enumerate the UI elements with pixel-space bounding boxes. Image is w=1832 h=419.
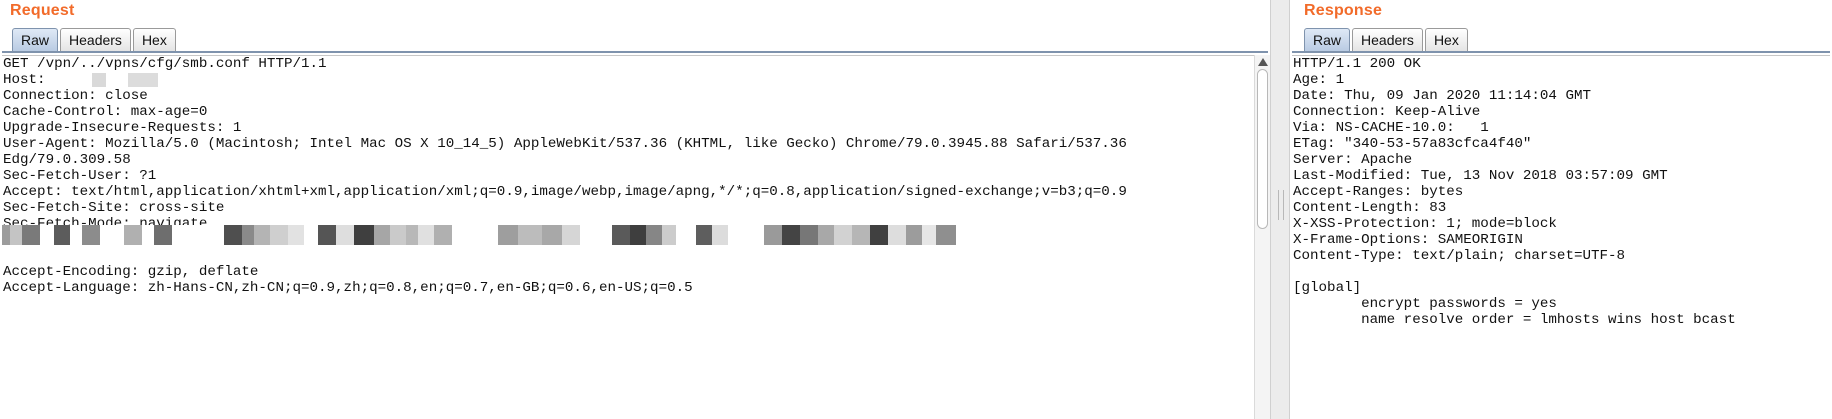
request-line: Sec-Fetch-User: ?1 (3, 168, 157, 184)
request-editor[interactable]: GET /vpn/../vpns/cfg/smb.conf HTTP/1.1 Ho… (2, 55, 1254, 419)
referer-redaction (2, 225, 956, 245)
request-line: Accept-Encoding: gzip, deflate (3, 264, 259, 280)
request-tab-underline (2, 51, 1268, 53)
response-line: Accept-Ranges: bytes (1293, 184, 1464, 200)
response-line: X-Frame-Options: SAMEORIGIN (1293, 232, 1523, 248)
request-line: Accept-Language: zh-Hans-CN,zh-CN;q=0.9,… (3, 280, 693, 296)
response-line: Via: NS-CACHE-10.0: 1 (1293, 120, 1489, 136)
response-body[interactable]: HTTP/1.1 200 OK Age: 1 Date: Thu, 09 Jan 2… (1292, 56, 1830, 328)
request-tabs: Raw Headers Hex (12, 28, 178, 52)
response-line (1293, 264, 1830, 280)
request-line: Host: (3, 72, 46, 88)
response-tab-underline (1292, 51, 1830, 53)
request-tab-headers[interactable]: Headers (60, 28, 131, 51)
response-editor[interactable]: HTTP/1.1 200 OK Age: 1 Date: Thu, 09 Jan 2… (1292, 55, 1830, 419)
response-title: Response (1304, 2, 1383, 19)
response-line: encrypt passwords = yes (1293, 296, 1557, 312)
request-line: GET /vpn/../vpns/cfg/smb.conf HTTP/1.1 (3, 56, 327, 72)
request-line: Edg/79.0.309.58 (3, 152, 131, 168)
burp-repeater-view: Request Raw Headers Hex GET /vpn/../vpns… (0, 0, 1832, 419)
response-line: Date: Thu, 09 Jan 2020 11:14:04 GMT (1293, 88, 1591, 104)
request-line: User-Agent: Mozilla/5.0 (Macintosh; Inte… (3, 136, 1127, 152)
response-line: Content-Type: text/plain; charset=UTF-8 (1293, 248, 1626, 264)
request-line: Sec-Fetch-Site: cross-site (3, 200, 225, 216)
host-redaction (92, 73, 158, 87)
request-line: Accept: text/html,application/xhtml+xml,… (3, 184, 1127, 200)
response-line: Server: Apache (1293, 152, 1413, 168)
response-line: Connection: Keep-Alive (1293, 104, 1481, 120)
response-pane: Response Raw Headers Hex HTTP/1.1 200 OK… (1290, 0, 1832, 419)
request-line (3, 248, 1254, 264)
request-scrollbar[interactable] (1254, 55, 1270, 419)
response-line: name resolve order = lmhosts wins host b… (1293, 312, 1736, 328)
request-line: Connection: close (3, 88, 148, 104)
response-line: HTTP/1.1 200 OK (1293, 56, 1421, 72)
response-tab-raw[interactable]: Raw (1304, 28, 1351, 51)
response-line: Age: 1 (1293, 72, 1345, 88)
request-body[interactable]: GET /vpn/../vpns/cfg/smb.conf HTTP/1.1 Ho… (2, 56, 1254, 296)
request-pane: Request Raw Headers Hex GET /vpn/../vpns… (0, 0, 1270, 419)
scroll-thumb[interactable] (1257, 69, 1268, 229)
request-title: Request (10, 2, 75, 19)
request-line: Cache-Control: max-age=0 (3, 104, 208, 120)
splitter-grip-icon[interactable] (1278, 190, 1284, 220)
request-line: Upgrade-Insecure-Requests: 1 (3, 120, 242, 136)
scroll-up-arrow-icon[interactable] (1258, 58, 1268, 66)
response-tab-headers[interactable]: Headers (1352, 28, 1423, 51)
response-tabs: Raw Headers Hex (1304, 28, 1470, 52)
request-tab-hex[interactable]: Hex (132, 28, 176, 51)
request-tab-raw[interactable]: Raw (12, 28, 59, 51)
response-line: X-XSS-Protection: 1; mode=block (1293, 216, 1557, 232)
response-line: Last-Modified: Tue, 13 Nov 2018 03:57:09… (1293, 168, 1668, 184)
pane-splitter[interactable] (1270, 0, 1290, 419)
response-line: ETag: "340-53-57a83cfca4f40" (1293, 136, 1532, 152)
response-tab-hex[interactable]: Hex (1424, 28, 1468, 51)
response-line: Content-Length: 83 (1293, 200, 1447, 216)
response-line: [global] (1293, 280, 1362, 296)
